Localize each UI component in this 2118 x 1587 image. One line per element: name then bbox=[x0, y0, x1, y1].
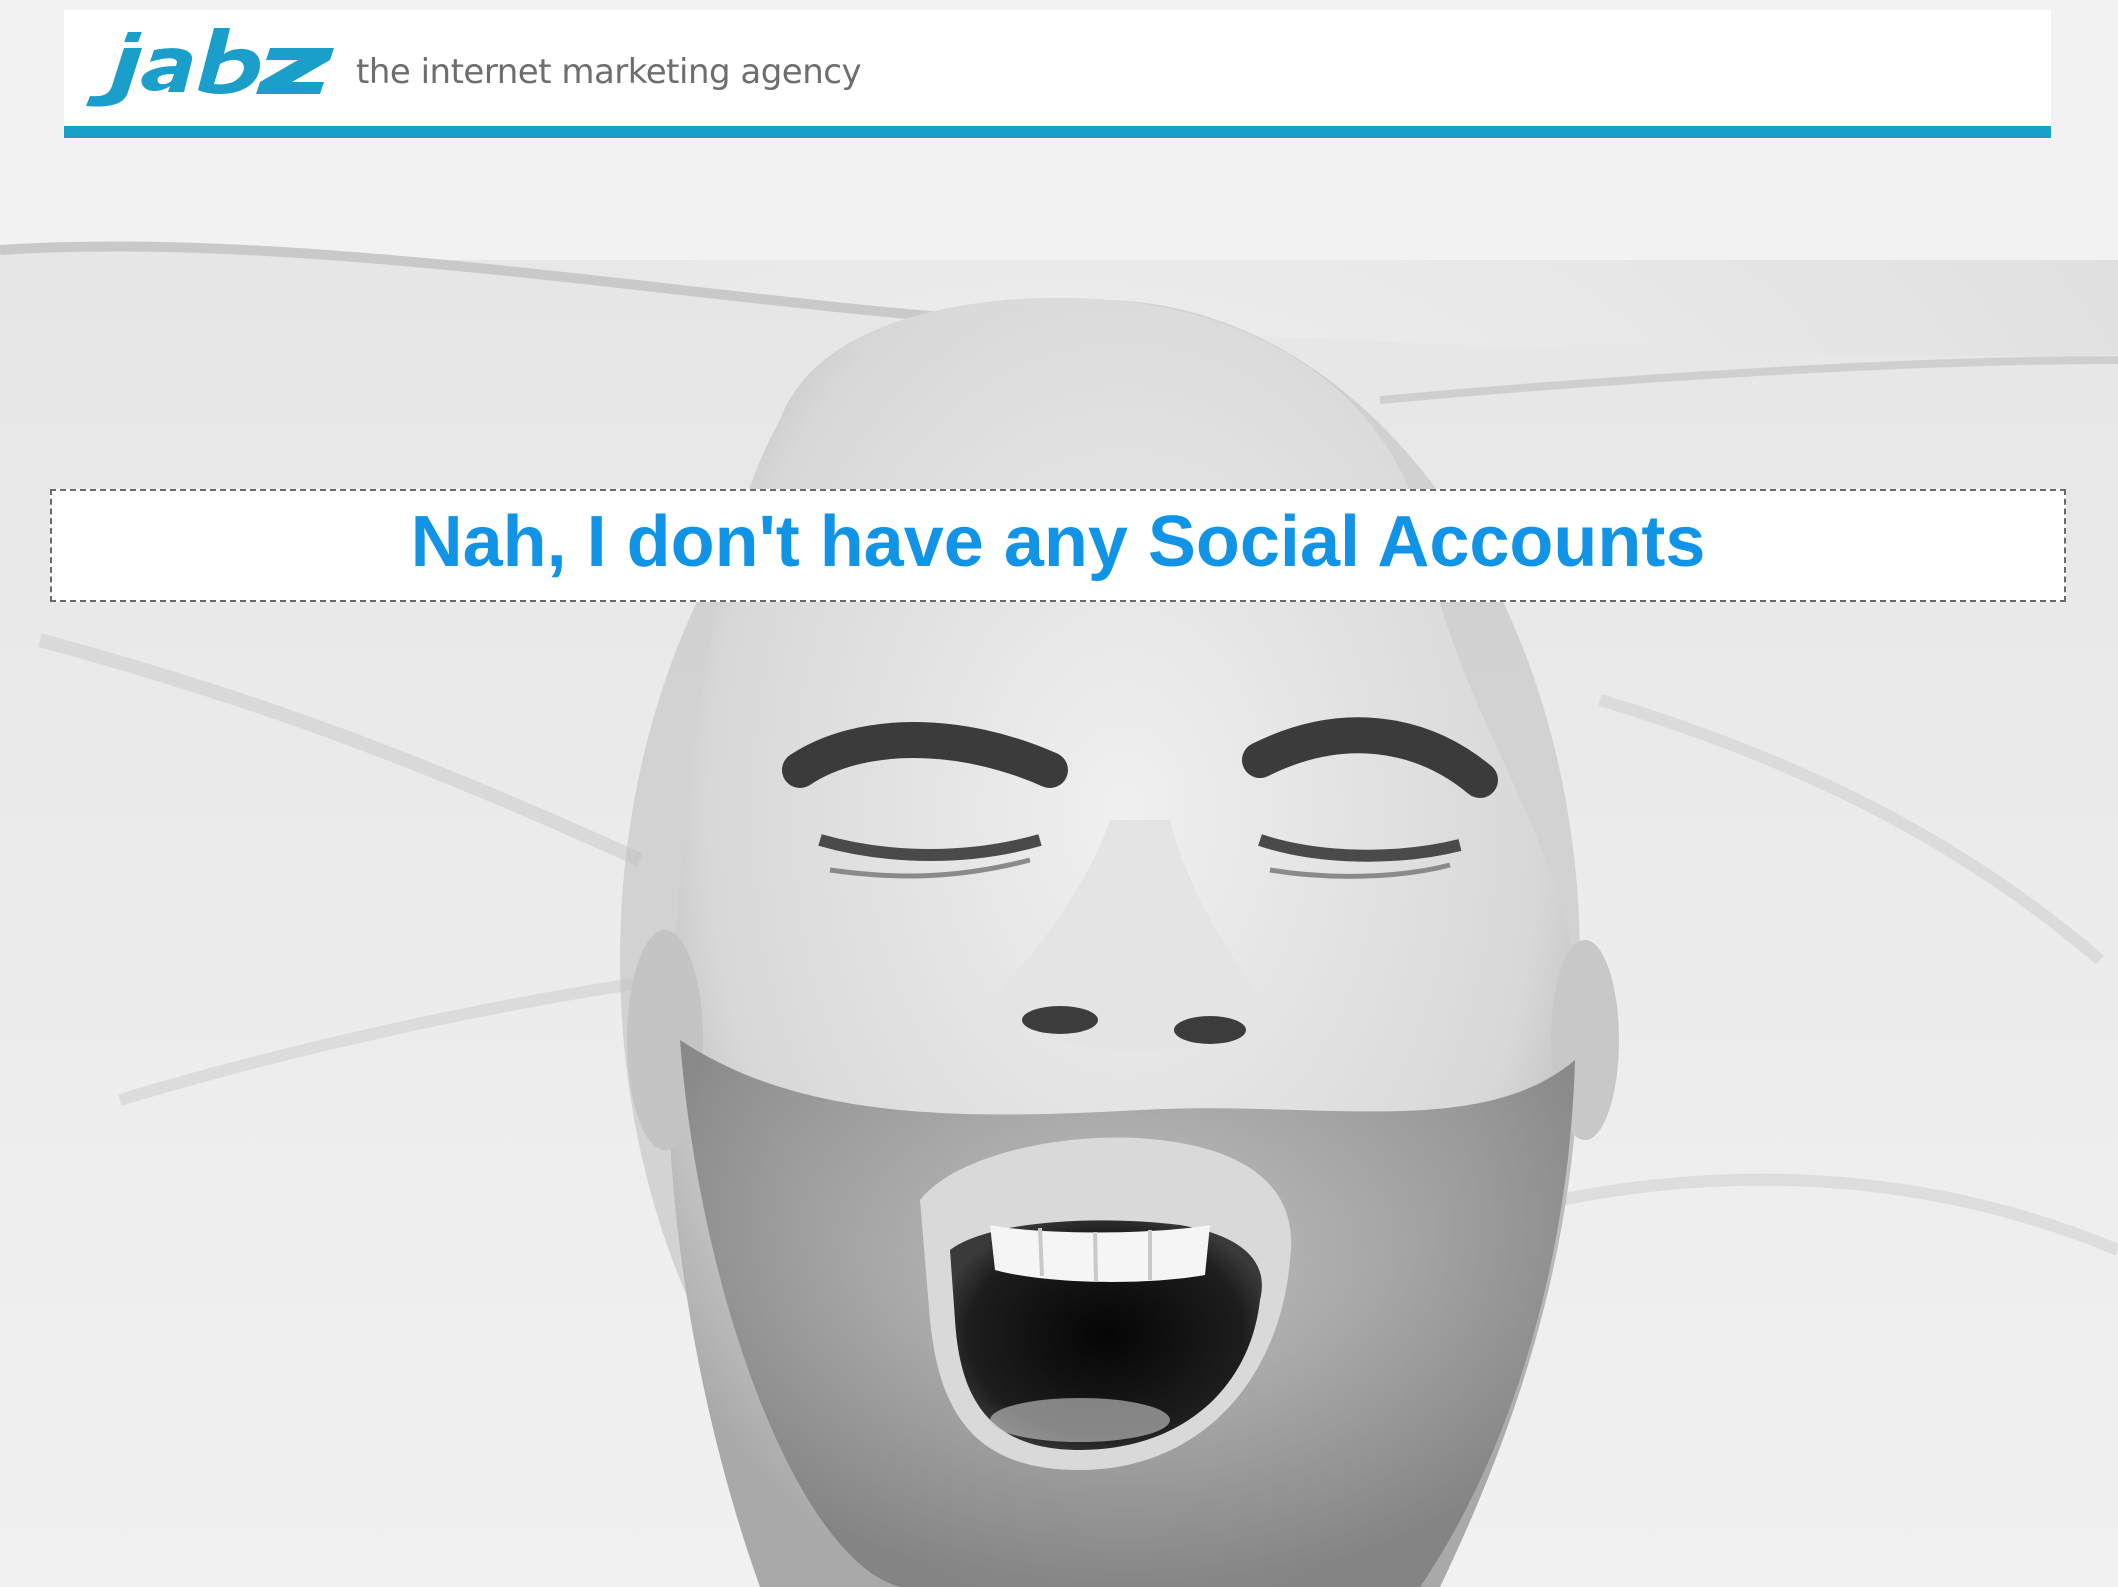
background-photo bbox=[0, 0, 2118, 1587]
jabz-logo[interactable] bbox=[84, 26, 344, 112]
headline-banner: Nah, I don't have any Social Accounts bbox=[50, 489, 2066, 602]
slide: the internet marketing agency Nah, I don… bbox=[0, 0, 2118, 1587]
headline-text: Nah, I don't have any Social Accounts bbox=[410, 501, 1706, 582]
brand-tagline: the internet marketing agency bbox=[356, 52, 862, 92]
header-accent-rule bbox=[64, 126, 2051, 138]
